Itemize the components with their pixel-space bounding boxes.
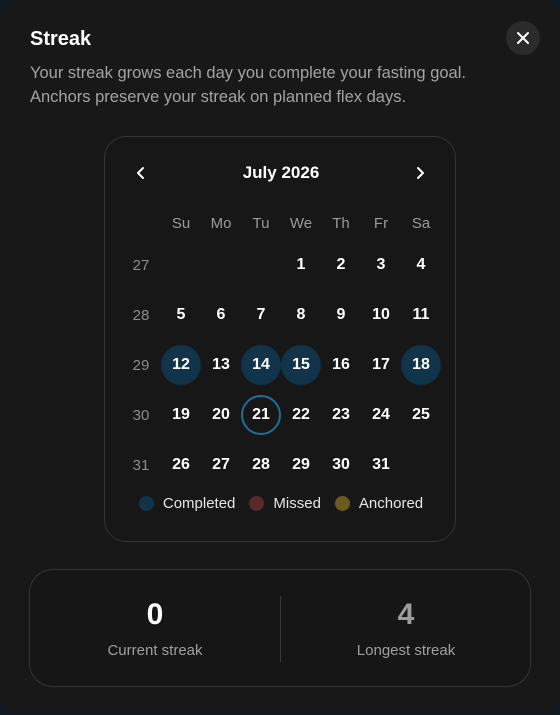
- calendar-day[interactable]: 19: [161, 395, 201, 435]
- calendar-day[interactable]: 28: [241, 445, 281, 485]
- calendar-day[interactable]: 17: [361, 345, 401, 385]
- next-month-button[interactable]: [406, 159, 434, 187]
- week-number: 27: [132, 256, 150, 274]
- legend-label: Anchored: [358, 495, 424, 512]
- month-label: July 2026: [242, 163, 320, 182]
- calendar-day[interactable]: 12: [161, 345, 201, 385]
- longest-streak-stat: 4 Longest streak: [281, 570, 531, 688]
- calendar-day[interactable]: 10: [361, 295, 401, 335]
- streak-stats: 0 Current streak 4 Longest streak: [29, 569, 531, 687]
- calendar-day[interactable]: 29: [281, 445, 321, 485]
- calendar-day[interactable]: 24: [361, 395, 401, 435]
- legend-dot-anchored: [334, 496, 350, 511]
- calendar-day[interactable]: 27: [201, 445, 241, 485]
- longest-streak-label: Longest streak: [356, 642, 456, 659]
- close-button[interactable]: [506, 21, 540, 55]
- modal-description: Your streak grows each day you complete …: [30, 61, 540, 109]
- current-streak-value: 0: [146, 598, 164, 631]
- calendar-day[interactable]: 8: [281, 295, 321, 335]
- calendar-day[interactable]: 6: [201, 295, 241, 335]
- weekday-header: Mo: [210, 214, 232, 232]
- calendar-day[interactable]: 4: [401, 245, 441, 285]
- weekday-header: Sa: [411, 214, 431, 232]
- week-number: 29: [132, 356, 150, 374]
- calendar-day[interactable]: 21: [241, 395, 281, 435]
- calendar-day[interactable]: 25: [401, 395, 441, 435]
- week-number: 30: [132, 406, 150, 424]
- calendar-day[interactable]: 16: [321, 345, 361, 385]
- calendar-day[interactable]: 1: [281, 245, 321, 285]
- weekday-header: Su: [171, 214, 191, 232]
- calendar-day[interactable]: 15: [281, 345, 321, 385]
- legend-label: Missed: [273, 495, 321, 512]
- calendar-legend: Completed Missed Anchored: [105, 495, 457, 512]
- calendar-day[interactable]: 2: [321, 245, 361, 285]
- calendar-day[interactable]: 23: [321, 395, 361, 435]
- week-number: 31: [132, 456, 150, 474]
- legend-item-missed: Missed: [249, 495, 321, 512]
- weekday-header: We: [289, 214, 313, 232]
- legend-dot-missed: [249, 496, 265, 511]
- calendar-day[interactable]: 18: [401, 345, 441, 385]
- calendar-day[interactable]: 20: [201, 395, 241, 435]
- modal-title: Streak: [30, 28, 92, 50]
- calendar-day[interactable]: 3: [361, 245, 401, 285]
- calendar-day[interactable]: 5: [161, 295, 201, 335]
- calendar-day[interactable]: 26: [161, 445, 201, 485]
- calendar-day[interactable]: 14: [241, 345, 281, 385]
- current-streak-stat: 0 Current streak: [30, 570, 280, 688]
- close-icon: [517, 32, 529, 44]
- description-line: Anchors preserve your streak on planned …: [30, 88, 407, 106]
- chevron-right-icon: [417, 167, 424, 179]
- weekday-header: Th: [332, 214, 350, 232]
- calendar-day[interactable]: 30: [321, 445, 361, 485]
- weekday-header: Tu: [252, 214, 270, 232]
- calendar-day[interactable]: 7: [241, 295, 281, 335]
- calendar-day[interactable]: 31: [361, 445, 401, 485]
- description-line: Your streak grows each day you complete …: [30, 64, 466, 82]
- week-number: 28: [132, 306, 150, 324]
- legend-label: Completed: [162, 495, 236, 512]
- streak-modal: Streak Your streak grows each day you co…: [0, 0, 560, 712]
- current-streak-label: Current streak: [107, 642, 203, 659]
- legend-dot-completed: [138, 496, 154, 511]
- legend-item-anchored: Anchored: [334, 495, 424, 512]
- streak-calendar: July 2026 Su Mo Tu We Th Fr Sa 27 1 2 3 4 28 5 6 7 8 9 10 1…: [104, 136, 456, 542]
- calendar-day[interactable]: 22: [281, 395, 321, 435]
- legend-item-completed: Completed: [138, 495, 236, 512]
- longest-streak-value: 4: [397, 598, 415, 631]
- calendar-day[interactable]: 9: [321, 295, 361, 335]
- calendar-day[interactable]: 11: [401, 295, 441, 335]
- weekday-header: Fr: [373, 214, 389, 232]
- calendar-day[interactable]: 13: [201, 345, 241, 385]
